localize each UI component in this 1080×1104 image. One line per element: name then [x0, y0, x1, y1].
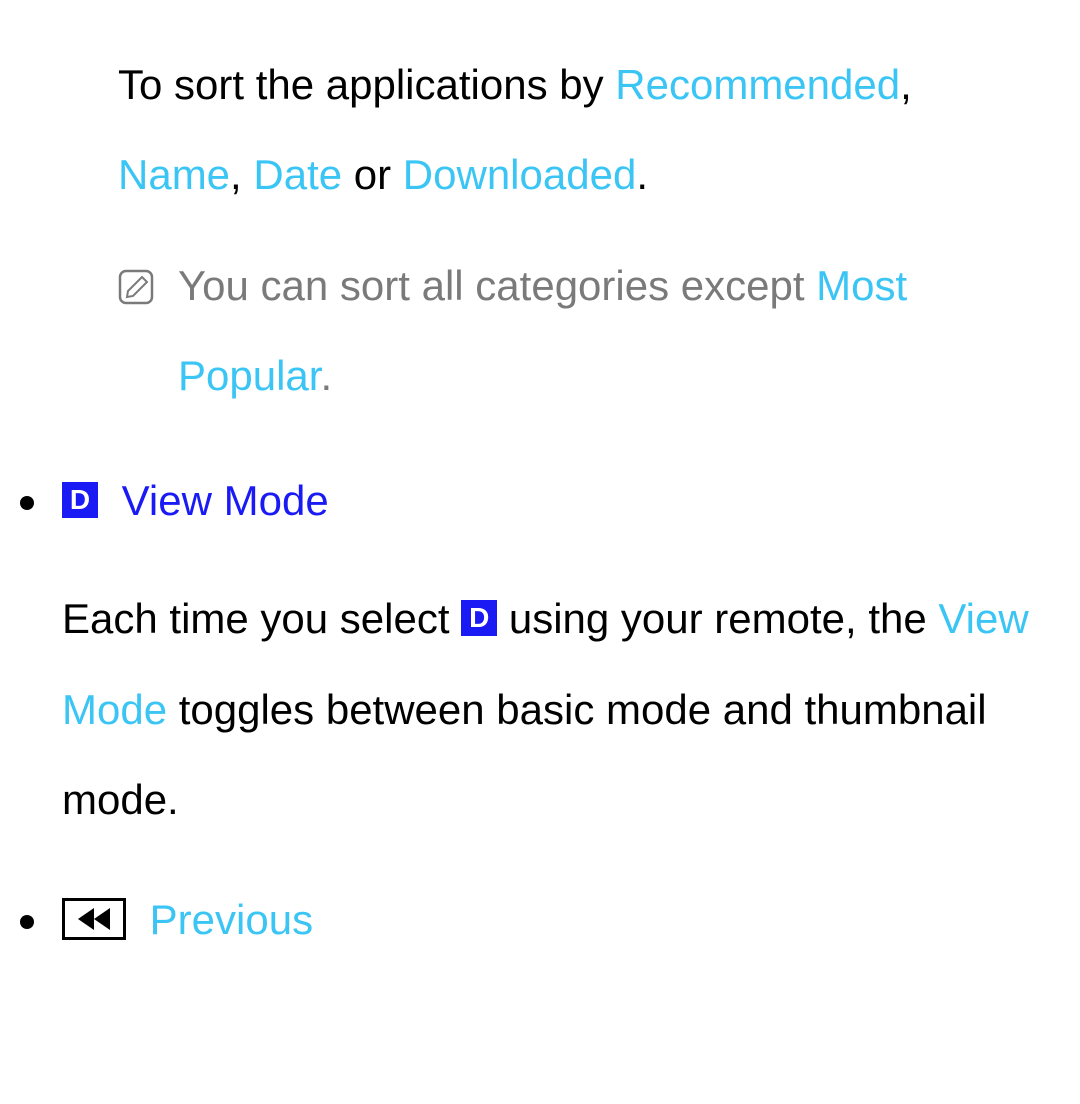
d-button-icon-inline: D: [461, 600, 497, 636]
period: .: [636, 151, 648, 198]
sort-name: Name: [118, 151, 230, 198]
intro-text: To sort the applications by: [118, 61, 615, 108]
rewind-icon: [62, 898, 126, 940]
sort-intro-paragraph: To sort the applications by Recommended,…: [118, 40, 1040, 221]
text-or: or: [342, 151, 403, 198]
desc-after: toggles between basic mode and thumbnail…: [62, 686, 987, 823]
previous-title: Previous: [150, 896, 313, 943]
previous-heading: Previous: [62, 875, 1040, 965]
note-icon: [118, 269, 154, 305]
note-text: You can sort all categories except Most …: [178, 241, 1040, 422]
triangle-left-icon: [78, 908, 94, 930]
separator: ,: [900, 61, 912, 108]
note-block: You can sort all categories except Most …: [118, 241, 1040, 422]
note-period: .: [320, 352, 332, 399]
sort-downloaded: Downloaded: [403, 151, 637, 198]
view-mode-item: D View Mode Each time you select D using…: [60, 456, 1040, 845]
bullet-icon: [20, 496, 34, 510]
separator: ,: [230, 151, 253, 198]
d-button-icon: D: [62, 482, 98, 518]
view-mode-description: Each time you select D using your remote…: [62, 574, 1040, 845]
desc-before: Each time you select: [62, 595, 461, 642]
sort-recommended: Recommended: [615, 61, 900, 108]
note-before: You can sort all categories except: [178, 262, 816, 309]
bullet-icon: [20, 915, 34, 929]
triangle-left-icon: [94, 908, 110, 930]
previous-item: Previous: [60, 875, 1040, 965]
view-mode-heading: D View Mode: [62, 456, 1040, 546]
view-mode-title: View Mode: [122, 477, 329, 524]
sort-date: Date: [253, 151, 342, 198]
desc-mid: using your remote, the: [497, 595, 938, 642]
